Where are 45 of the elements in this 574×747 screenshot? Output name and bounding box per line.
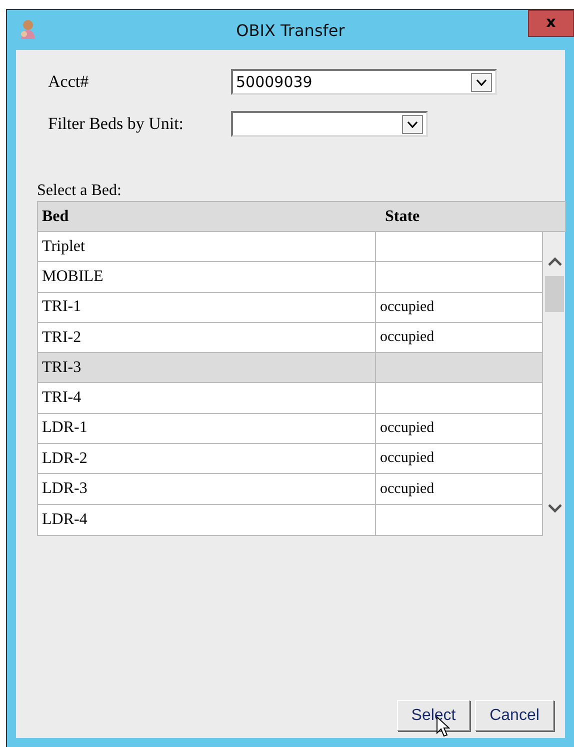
field-label: Acct# [48, 72, 90, 92]
table-cell: TRI-3 [38, 353, 376, 382]
dialog-button[interactable]: Cancel [475, 700, 554, 731]
dialog-button[interactable]: Select [397, 700, 470, 731]
table-row[interactable]: TRI-1 occupied [38, 292, 542, 323]
table-cell: LDR-4 [38, 504, 376, 535]
table-cell: TRI-4 [38, 383, 376, 413]
table-cell: Triplet [38, 232, 376, 262]
dropdown-value: 50009039 [235, 73, 312, 91]
user-icon [19, 19, 37, 41]
window-title: OBIX Transfer [235, 20, 346, 40]
table-cell: LDR-1 [38, 414, 376, 444]
table-row[interactable]: Triplet [38, 232, 542, 262]
field-label: Filter Beds by Unit: [48, 114, 185, 134]
table-cell-text: occupied [379, 418, 436, 438]
dropdown[interactable] [231, 111, 428, 137]
dropdown-button[interactable] [402, 114, 423, 134]
dropdown[interactable]: 50009039 [231, 69, 497, 95]
column-header: State [385, 208, 420, 226]
table-row[interactable]: MOBILE [38, 262, 542, 293]
table-cell: MOBILE [38, 262, 376, 292]
column-header: Bed [41, 208, 70, 226]
table-caption: Select a Bed: [37, 182, 122, 200]
chevron-down-icon [407, 120, 418, 128]
table-cell-text: occupied [379, 328, 436, 348]
table-cell: TRI-1 [38, 292, 376, 322]
scroll-up-icon [548, 257, 562, 266]
table-cell: TRI-2 [38, 322, 376, 352]
table-cell-text: occupied [379, 298, 436, 317]
table-cell: LDR-2 [38, 444, 376, 474]
table-cell: LDR-3 [38, 474, 376, 504]
table-row[interactable]: LDR-4 [38, 504, 542, 535]
table-row[interactable]: LDR-1 occupied [38, 414, 542, 444]
table-row[interactable]: TRI-2 occupied [38, 322, 542, 354]
table-row[interactable]: LDR-2 occupied [38, 444, 542, 474]
table-row[interactable]: TRI-3 [38, 353, 542, 384]
chevron-down-icon [476, 78, 487, 86]
table-cell-text: occupied [379, 449, 436, 468]
table-row[interactable]: TRI-4 [38, 383, 542, 414]
scroll-down-icon [548, 504, 562, 513]
scroll-thumb[interactable] [545, 276, 564, 312]
table-row[interactable]: LDR-3 occupied [38, 474, 542, 505]
dropdown-button[interactable] [471, 72, 492, 92]
table-cell-text: occupied [379, 480, 436, 499]
close-button[interactable]: x [528, 10, 574, 37]
